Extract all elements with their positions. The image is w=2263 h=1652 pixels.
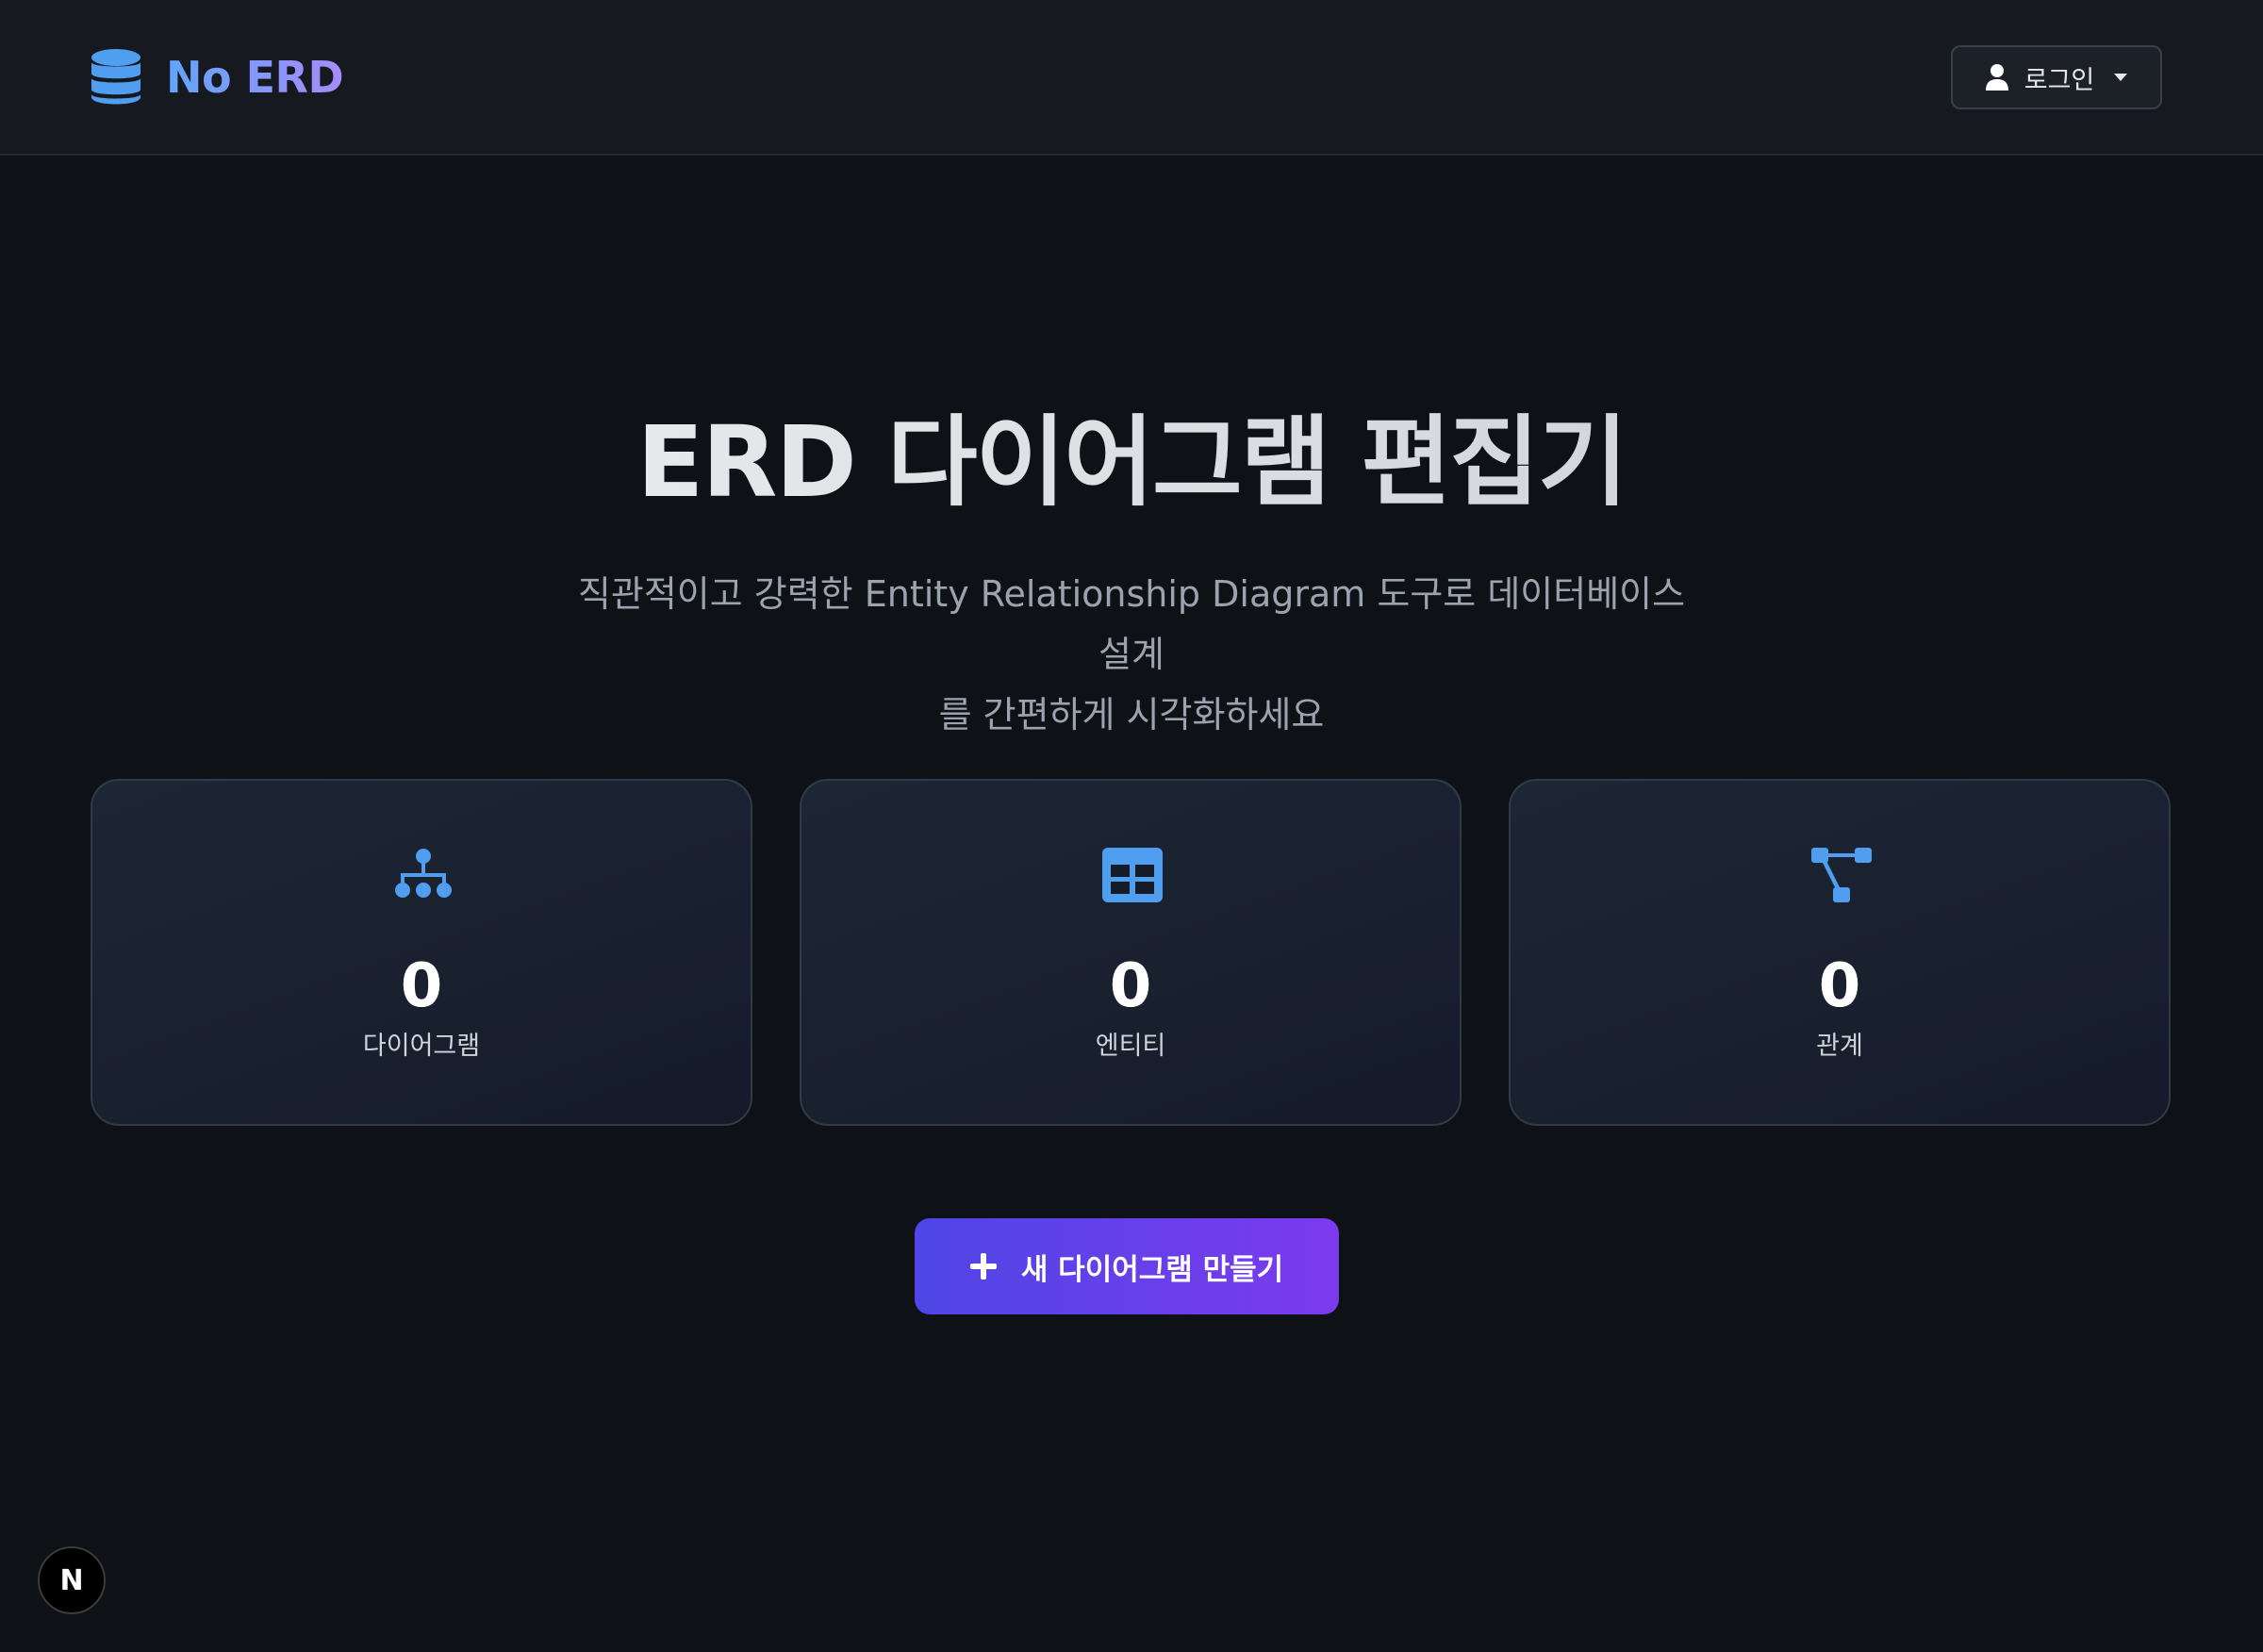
brand-logo-link[interactable]: No ERD [91, 49, 344, 106]
sitemap-icon [395, 849, 452, 898]
page-subtitle: 직관적이고 강력한 Entity Relationship Diagram 도구… [556, 564, 1707, 745]
user-icon [1985, 64, 2008, 91]
stat-value: 0 [1818, 951, 1861, 1021]
subtitle-line-1: 직관적이고 강력한 Entity Relationship Diagram 도구… [577, 573, 1686, 675]
brand-name: No ERD [166, 52, 344, 103]
new-diagram-button[interactable]: 새 다이어그램 만들기 [915, 1218, 1339, 1314]
new-diagram-label: 새 다이어그램 만들기 [1020, 1252, 1284, 1287]
table-icon [1102, 848, 1163, 902]
stat-label: 관계 [1816, 1032, 1863, 1061]
stat-label: 엔티티 [1095, 1032, 1166, 1061]
plus-icon [969, 1253, 997, 1280]
subtitle-line-2: 를 간편하게 시각화하세요 [938, 694, 1325, 735]
top-navbar: No ERD 로그인 [0, 0, 2263, 156]
stat-card-relations: 0 관계 [1509, 779, 2171, 1126]
page-title: ERD 다이어그램 편집기 [0, 396, 2263, 528]
login-dropdown-button[interactable]: 로그인 [1951, 45, 2162, 109]
caret-down-icon [2114, 74, 2128, 81]
stat-value: 0 [1109, 951, 1152, 1021]
stat-card-entities: 0 엔티티 [800, 779, 1462, 1126]
stat-value: 0 [400, 951, 443, 1021]
login-label: 로그인 [2023, 65, 2095, 95]
stat-card-diagrams: 0 다이어그램 [91, 779, 752, 1126]
nextjs-dev-badge[interactable]: N [38, 1546, 106, 1614]
nextjs-icon: N [59, 1563, 84, 1597]
relation-icon [1811, 848, 1872, 902]
database-icon [91, 49, 140, 105]
stat-label: 다이어그램 [362, 1032, 481, 1061]
